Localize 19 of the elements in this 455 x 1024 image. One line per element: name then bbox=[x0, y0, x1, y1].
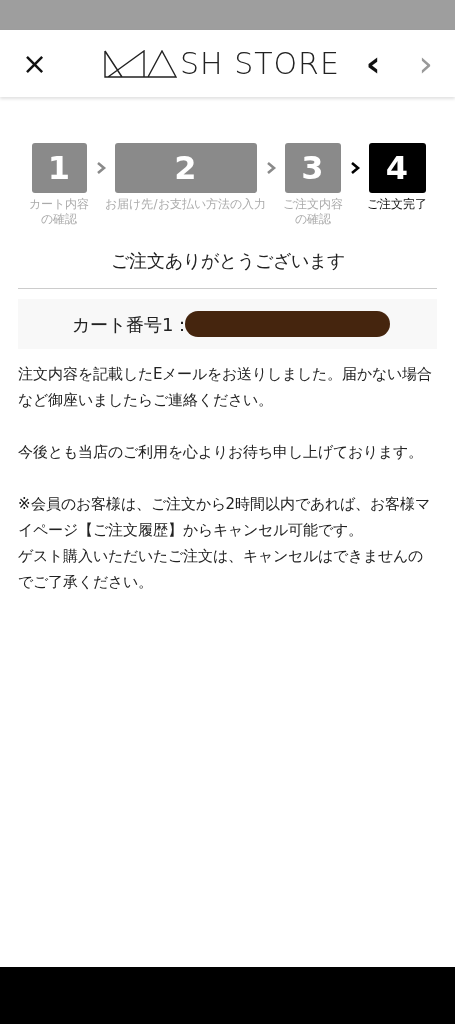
cart-number-label: カート番号1： bbox=[72, 312, 192, 337]
message-paragraph: 今後とも当店のご利用を心よりお待ち申し上げております。 bbox=[18, 442, 424, 463]
message-paragraph: 注文内容を記載したEメールをお送りしました。届かない場合など御座いましたらご連絡ください。 bbox=[18, 364, 434, 411]
step-badge: 3 bbox=[284, 143, 341, 193]
step-label: ご注文内容 bbox=[282, 197, 343, 212]
step-badge: 4 bbox=[368, 143, 426, 193]
step-label: の確認 bbox=[41, 212, 77, 227]
step-label: カート内容 bbox=[29, 197, 89, 212]
step-label: の確認 bbox=[294, 212, 331, 227]
step-badge: 1 bbox=[31, 143, 87, 193]
page-title: ご注文ありがとうございます bbox=[18, 247, 437, 289]
logo-text: SH STORE bbox=[180, 48, 340, 79]
close-button[interactable]: × bbox=[22, 48, 46, 79]
message-paragraph: ※会員のお客様は、ご注文から2時間以内であれば、お客様マイページ【ご注文履歴】からキャンセル可能です。 bbox=[18, 494, 432, 541]
back-button[interactable]: ‹ bbox=[365, 45, 381, 82]
step-badge: 2 bbox=[114, 143, 257, 193]
step-label: ご注文完了 bbox=[367, 197, 427, 212]
message-paragraph: ゲスト購入いただいたご注文は、キャンセルはできませんのでご了承ください。 bbox=[18, 546, 424, 593]
step-label: お届け先/お支払い方法の入力 bbox=[105, 197, 266, 212]
